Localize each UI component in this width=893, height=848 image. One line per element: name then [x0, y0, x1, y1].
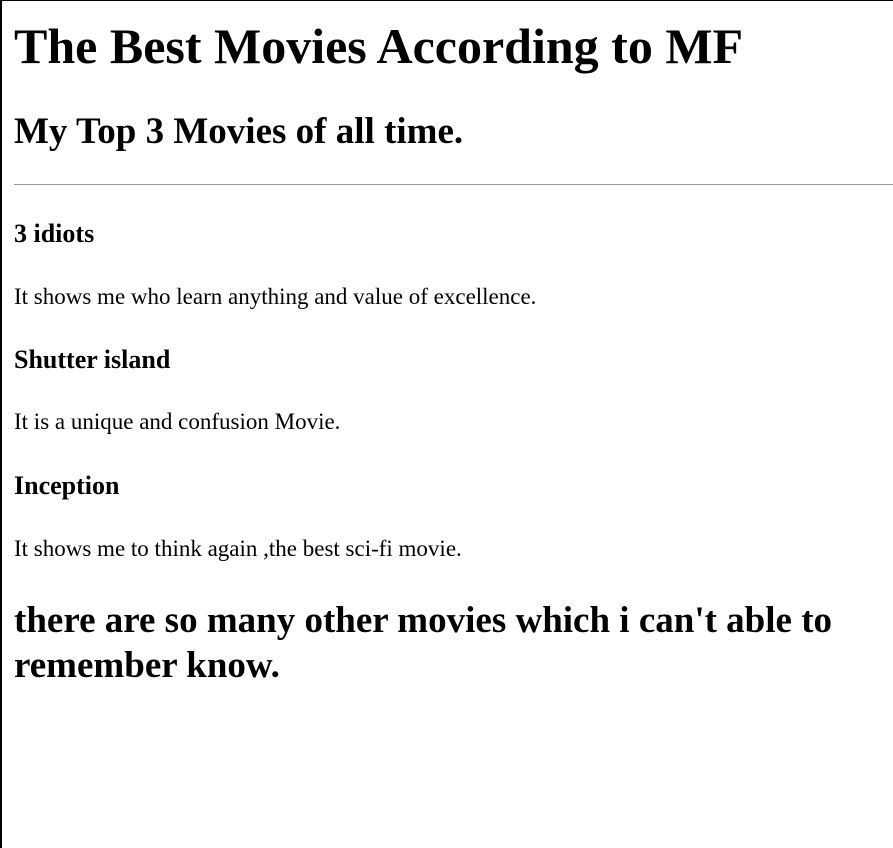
- movie-title-3: Inception: [14, 471, 120, 500]
- movie-title-1: 3 idiots: [14, 219, 95, 248]
- movie-description-2: It is a unique and confusion Movie.: [14, 409, 341, 434]
- closing-statement: there are so many other movies which i c…: [14, 600, 833, 686]
- page-content: The Best Movies According to MF My Top 3…: [14, 0, 893, 686]
- movie-title-2: Shutter island: [14, 345, 171, 374]
- page-frame-left-border: [0, 0, 2, 848]
- section-divider: [14, 184, 893, 185]
- page-subtitle: My Top 3 Movies of all time.: [14, 111, 464, 152]
- movie-description-1: It shows me who learn anything and value…: [14, 284, 537, 309]
- movie-description-3: It shows me to think again ,the best sci…: [14, 536, 462, 561]
